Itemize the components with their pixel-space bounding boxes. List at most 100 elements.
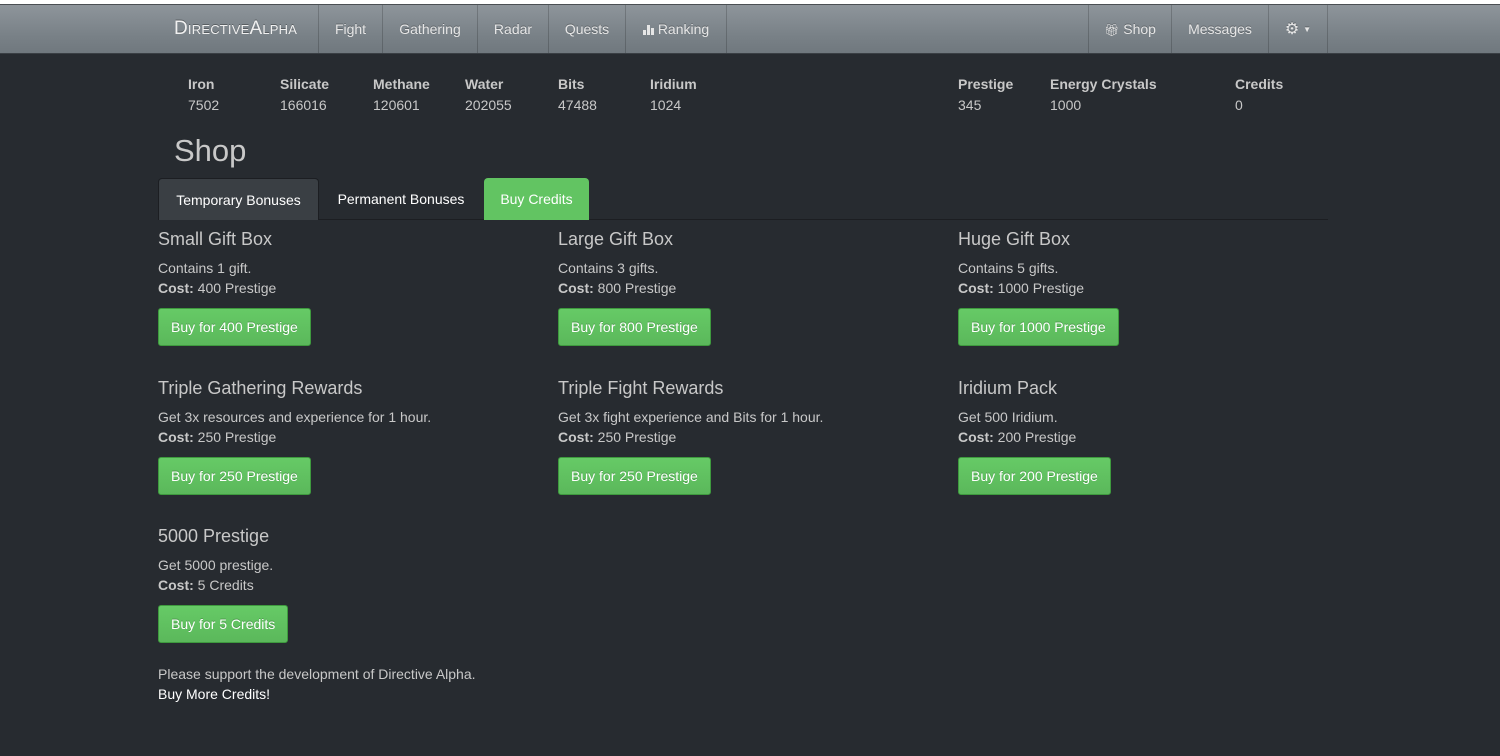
resource-value: 202055: [465, 97, 512, 113]
cost-value: 400 Prestige: [193, 280, 277, 296]
cost-value: 200 Prestige: [993, 429, 1077, 445]
resource-label: Iridium: [650, 76, 697, 92]
resource-label: Bits: [558, 76, 585, 92]
buy-iridium-pack-button[interactable]: Buy for 200 Prestige: [958, 457, 1111, 495]
item-cost: Cost: 5 Credits: [158, 575, 538, 595]
gift-icon: 🎁︎: [1104, 23, 1120, 37]
item-title: Iridium Pack: [958, 378, 1058, 398]
support-text: Please support the development of Direct…: [158, 666, 476, 682]
item-cost: Cost: 200 Prestige: [958, 427, 1338, 447]
buy-huge-gift-box-button[interactable]: Buy for 1000 Prestige: [958, 308, 1119, 346]
settings-dropdown[interactable]: ⚙ ▼: [1268, 5, 1328, 53]
shop-item-triple-fight: Triple Fight Rewards Get 3x fight experi…: [558, 377, 938, 495]
resource-iron: Iron 7502: [188, 76, 219, 113]
item-cost: Cost: 250 Prestige: [158, 427, 538, 447]
tab-temporary-bonuses[interactable]: Temporary Bonuses: [158, 178, 319, 220]
buy-5000-prestige-button[interactable]: Buy for 5 Credits: [158, 605, 289, 643]
resource-label: Credits: [1235, 76, 1284, 92]
nav-messages-label: Messages: [1188, 21, 1252, 37]
resource-value: 166016: [280, 97, 327, 113]
nav-gathering[interactable]: Gathering: [382, 5, 477, 53]
cost-value: 250 Prestige: [593, 429, 677, 445]
gear-icon: ⚙: [1284, 21, 1300, 38]
shop-tabs: Temporary Bonuses Permanent Bonuses Buy …: [158, 178, 1328, 220]
cost-value: 800 Prestige: [593, 280, 677, 296]
item-description: Get 5000 prestige.: [158, 557, 274, 573]
shop-item-large-gift-box: Large Gift Box Contains 3 gifts. Cost: 8…: [558, 228, 938, 346]
item-description: Contains 3 gifts.: [558, 260, 659, 276]
resource-silicate: Silicate 166016: [280, 76, 329, 113]
cost-label: Cost:: [158, 577, 194, 593]
item-description: Get 3x fight experience and Bits for 1 h…: [558, 409, 824, 425]
resource-energy-crystals: Energy Crystals 1000: [1050, 76, 1157, 113]
cost-value: 1000 Prestige: [993, 280, 1085, 296]
chevron-down-icon: ▼: [1303, 25, 1312, 34]
item-cost: Cost: 250 Prestige: [558, 427, 938, 447]
resource-label: Prestige: [958, 76, 1014, 92]
resource-methane: Methane 120601: [373, 76, 430, 113]
cost-label: Cost:: [958, 429, 994, 445]
nav-ranking[interactable]: Ranking: [625, 5, 727, 53]
item-title: 5000 Prestige: [158, 526, 270, 546]
resource-water: Water 202055: [465, 76, 512, 113]
shop-item-iridium-pack: Iridium Pack Get 500 Iridium. Cost: 200 …: [958, 377, 1338, 495]
nav-radar[interactable]: Radar: [477, 5, 548, 53]
item-cost: Cost: 400 Prestige: [158, 278, 538, 298]
brand-logo[interactable]: DirectiveAlpha: [174, 5, 297, 53]
buy-triple-gathering-button[interactable]: Buy for 250 Prestige: [158, 457, 311, 495]
resource-value: 345: [958, 97, 982, 113]
item-description: Get 3x resources and experience for 1 ho…: [158, 409, 432, 425]
top-navbar: DirectiveAlpha Fight Gathering Radar Que…: [0, 4, 1500, 54]
resource-value: 7502: [188, 97, 220, 113]
resource-value: 1000: [1050, 97, 1082, 113]
cost-label: Cost:: [558, 280, 594, 296]
nav-shop-label: Shop: [1123, 21, 1156, 37]
resource-iridium: Iridium 1024: [650, 76, 697, 113]
item-title: Huge Gift Box: [958, 229, 1071, 249]
cost-label: Cost:: [158, 429, 194, 445]
nav-messages[interactable]: Messages: [1171, 5, 1268, 53]
nav-ranking-label: Ranking: [657, 21, 710, 37]
buy-more-credits-link[interactable]: Buy More Credits!: [158, 684, 476, 704]
item-description: Contains 1 gift.: [158, 260, 252, 276]
cost-label: Cost:: [958, 280, 994, 296]
resource-value: 1024: [650, 97, 682, 113]
buy-large-gift-box-button[interactable]: Buy for 800 Prestige: [558, 308, 711, 346]
nav-gathering-label: Gathering: [399, 21, 461, 37]
tab-permanent-bonuses[interactable]: Permanent Bonuses: [321, 178, 481, 220]
support-notice: Please support the development of Direct…: [158, 664, 476, 704]
buy-triple-fight-button[interactable]: Buy for 250 Prestige: [558, 457, 711, 495]
resource-bar: Iron 7502 Silicate 166016 Methane 120601…: [0, 76, 1500, 116]
cost-value: 5 Credits: [193, 577, 254, 593]
item-description: Contains 5 gifts.: [958, 260, 1059, 276]
nav-radar-label: Radar: [493, 21, 533, 37]
shop-item-small-gift-box: Small Gift Box Contains 1 gift. Cost: 40…: [158, 228, 538, 346]
resource-value: 0: [1235, 97, 1243, 113]
item-title: Triple Gathering Rewards: [158, 378, 363, 398]
item-title: Small Gift Box: [158, 229, 273, 249]
tab-buy-credits[interactable]: Buy Credits: [484, 178, 589, 220]
nav-fight-label: Fight: [334, 21, 367, 37]
nav-fight[interactable]: Fight: [318, 5, 382, 53]
shop-item-triple-gathering: Triple Gathering Rewards Get 3x resource…: [158, 377, 538, 495]
shop-item-huge-gift-box: Huge Gift Box Contains 5 gifts. Cost: 10…: [958, 228, 1338, 346]
resource-bits: Bits 47488: [558, 76, 597, 113]
resource-label: Iron: [188, 76, 215, 92]
item-title: Large Gift Box: [558, 229, 674, 249]
buy-small-gift-box-button[interactable]: Buy for 400 Prestige: [158, 308, 311, 346]
item-cost: Cost: 1000 Prestige: [958, 278, 1338, 298]
resource-value: 47488: [558, 97, 597, 113]
item-description: Get 500 Iridium.: [958, 409, 1058, 425]
cost-label: Cost:: [558, 429, 594, 445]
resource-value: 120601: [373, 97, 420, 113]
resource-label: Methane: [373, 76, 430, 92]
bar-chart-icon: [642, 25, 654, 35]
resource-label: Energy Crystals: [1050, 76, 1157, 92]
nav-quests[interactable]: Quests: [548, 5, 625, 53]
nav-quests-label: Quests: [564, 21, 610, 37]
item-cost: Cost: 800 Prestige: [558, 278, 938, 298]
resource-label: Silicate: [280, 76, 330, 92]
item-title: Triple Fight Rewards: [558, 378, 724, 398]
nav-shop[interactable]: 🎁︎ Shop: [1088, 5, 1171, 53]
resource-prestige: Prestige 345: [958, 76, 1013, 113]
